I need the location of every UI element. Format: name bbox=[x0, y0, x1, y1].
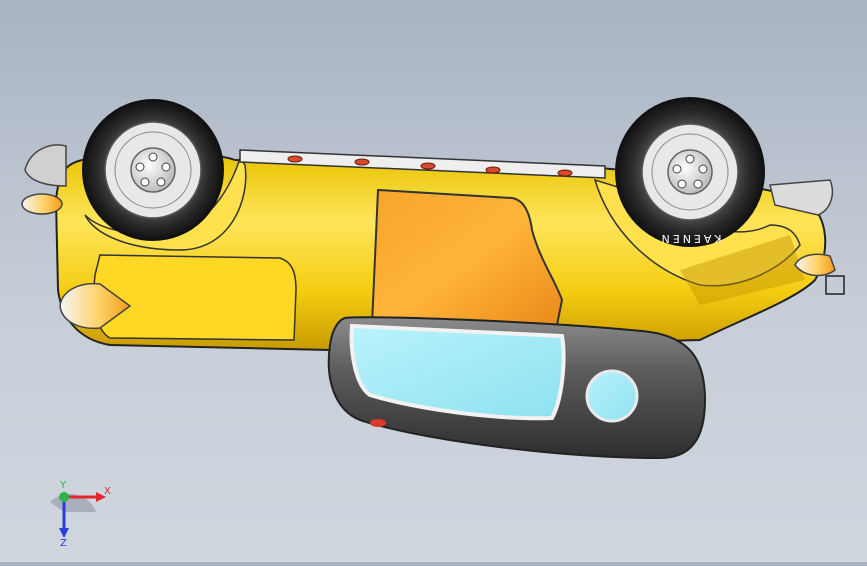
rear-quarter-panel bbox=[93, 254, 297, 341]
rear-wheel bbox=[82, 99, 224, 241]
z-axis-label: Z bbox=[60, 538, 67, 548]
y-axis-label: Y bbox=[59, 480, 67, 491]
car-model-view[interactable]: KAENEN bbox=[0, 0, 867, 562]
z-axis-arrow bbox=[59, 528, 69, 538]
front-wheel: KAENEN bbox=[615, 97, 765, 247]
coordinate-triad: X Y Z bbox=[50, 480, 111, 548]
round-window bbox=[585, 369, 639, 423]
graphics-viewport[interactable]: KAENEN X Y Z bbox=[0, 0, 867, 562]
underside-light bbox=[370, 419, 386, 427]
x-axis-label: X bbox=[104, 486, 111, 497]
tire-brand-text: KAENEN bbox=[659, 232, 722, 245]
y-axis-point bbox=[59, 492, 69, 502]
